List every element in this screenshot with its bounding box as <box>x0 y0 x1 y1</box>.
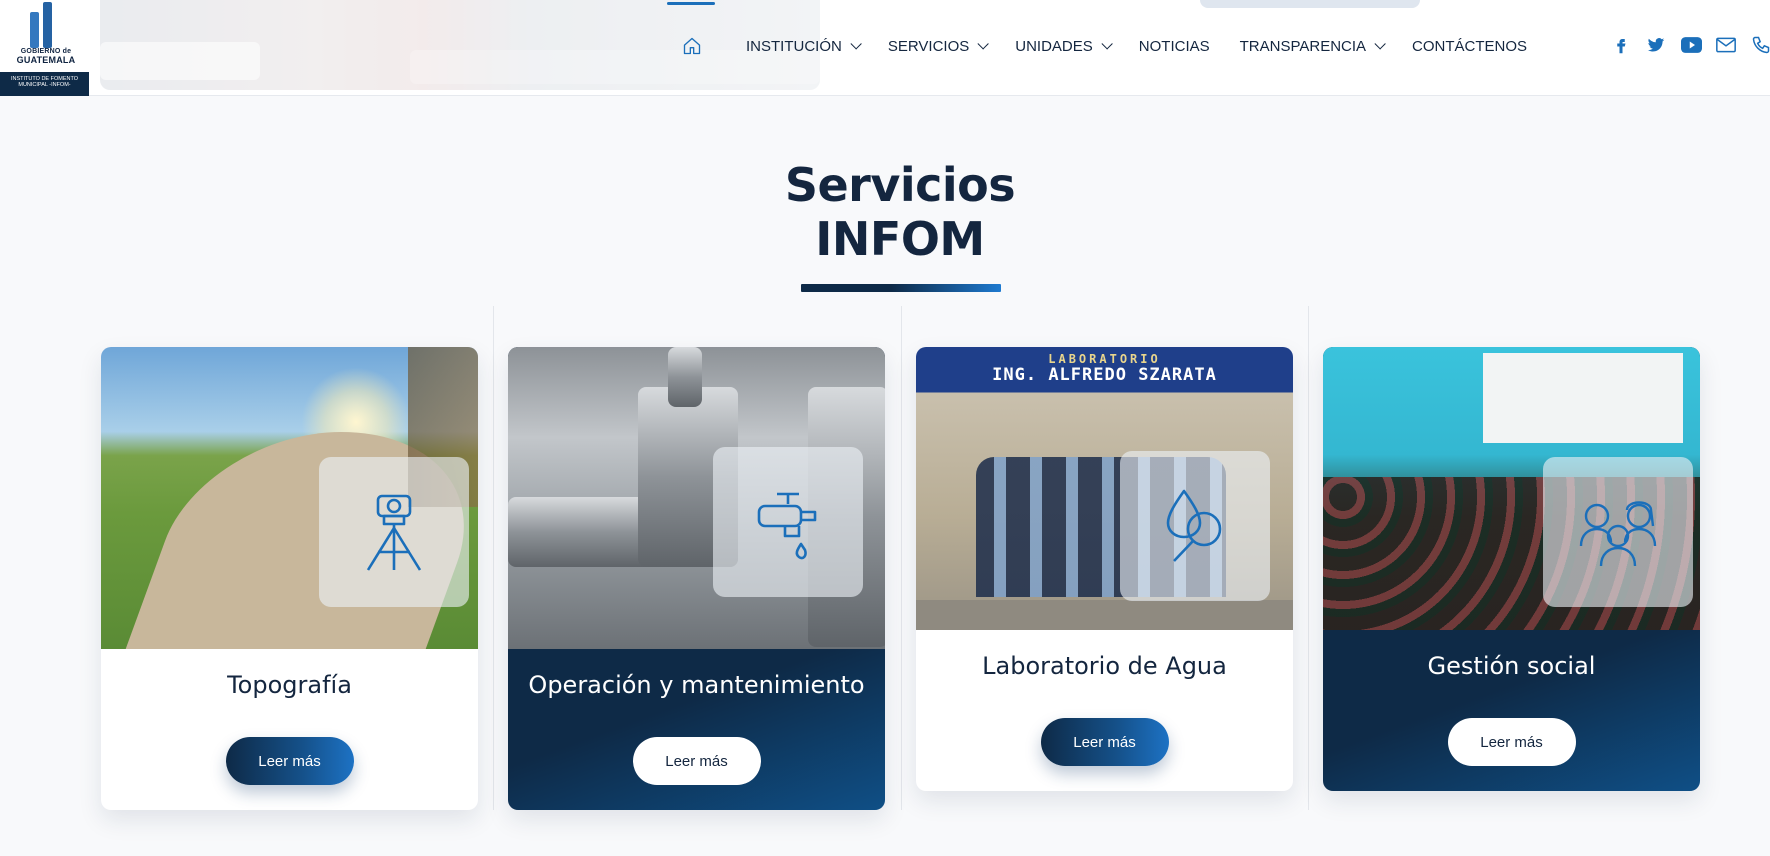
youtube-icon[interactable] <box>1680 34 1702 56</box>
card-title: Topografía <box>227 671 352 699</box>
section-heading: Servicios INFOM <box>0 158 1770 266</box>
nav-servicios[interactable]: SERVICIOS <box>888 38 990 55</box>
chevron-down-icon <box>1374 38 1386 50</box>
card-photo <box>1323 347 1700 630</box>
facebook-icon[interactable] <box>1610 34 1632 56</box>
chevron-down-icon <box>977 38 990 50</box>
infom-logo[interactable]: GOBIERNO de GUATEMALA INSTITUTO DE FOMEN… <box>0 0 90 96</box>
service-card-operacion[interactable]: Operación y mantenimiento Leer más <box>508 347 885 810</box>
people-group-icon <box>1543 457 1693 607</box>
card-title: Gestión social <box>1427 652 1596 680</box>
read-more-button[interactable]: Leer más <box>1447 718 1576 766</box>
logo-line1: GOBIERNO de <box>20 48 72 55</box>
logo-band: INSTITUTO DE FOMENTO MUNICIPAL -INFOM- <box>0 72 89 96</box>
service-card-laboratorio[interactable]: LABORATORIO ING. ALFREDO SZARATA Laborato… <box>916 347 1293 791</box>
card-photo: LABORATORIO ING. ALFREDO SZARATA <box>916 347 1293 630</box>
section-title-line1: Servicios <box>784 158 1016 212</box>
card-title: Operación y mantenimiento <box>528 671 865 699</box>
service-card-topografia[interactable]: Topografía Leer más <box>101 347 478 810</box>
mail-icon[interactable] <box>1715 34 1737 56</box>
nav-contactenos[interactable]: CONTÁCTENOS <box>1412 38 1527 55</box>
guatemala-emblem-icon <box>30 2 54 48</box>
chevron-down-icon <box>850 38 862 50</box>
surveying-instrument-icon <box>319 457 469 607</box>
water-faucet-icon <box>713 447 863 597</box>
column-divider <box>493 306 494 810</box>
lab-sign: LABORATORIO ING. ALFREDO SZARATA <box>992 352 1217 385</box>
nav-institucion[interactable]: INSTITUCIÓN <box>746 38 862 55</box>
read-more-button[interactable]: Leer más <box>225 737 354 785</box>
site-header: GOBIERNO de GUATEMALA INSTITUTO DE FOMEN… <box>0 0 1770 96</box>
nav-noticias[interactable]: NOTICIAS <box>1139 38 1210 55</box>
twitter-icon[interactable] <box>1645 34 1667 56</box>
phone-icon[interactable] <box>1750 34 1770 56</box>
nav-unidades[interactable]: UNIDADES <box>1015 38 1113 55</box>
read-more-button[interactable]: Leer más <box>1040 718 1169 766</box>
nav-transparencia[interactable]: TRANSPARENCIA <box>1240 38 1386 55</box>
logo-line2: GUATEMALA <box>16 55 76 65</box>
section-title-line2: INFOM <box>815 212 985 266</box>
card-title: Laboratorio de Agua <box>982 652 1227 680</box>
read-more-button[interactable]: Leer más <box>632 737 761 785</box>
home-icon <box>683 37 701 55</box>
nav-home[interactable] <box>660 2 724 56</box>
chevron-down-icon <box>1101 38 1113 50</box>
section-title-underline <box>801 284 1001 292</box>
column-divider <box>1308 306 1309 810</box>
card-photo <box>101 347 478 649</box>
water-drop-magnifier-icon <box>1120 451 1270 601</box>
card-photo <box>508 347 885 649</box>
column-divider <box>901 306 902 810</box>
social-links <box>1610 34 1770 56</box>
main-nav: INSTITUCIÓN SERVICIOS UNIDADES NOTICIAS … <box>660 0 1557 92</box>
service-card-gestion-social[interactable]: Gestión social Leer más <box>1323 347 1700 791</box>
